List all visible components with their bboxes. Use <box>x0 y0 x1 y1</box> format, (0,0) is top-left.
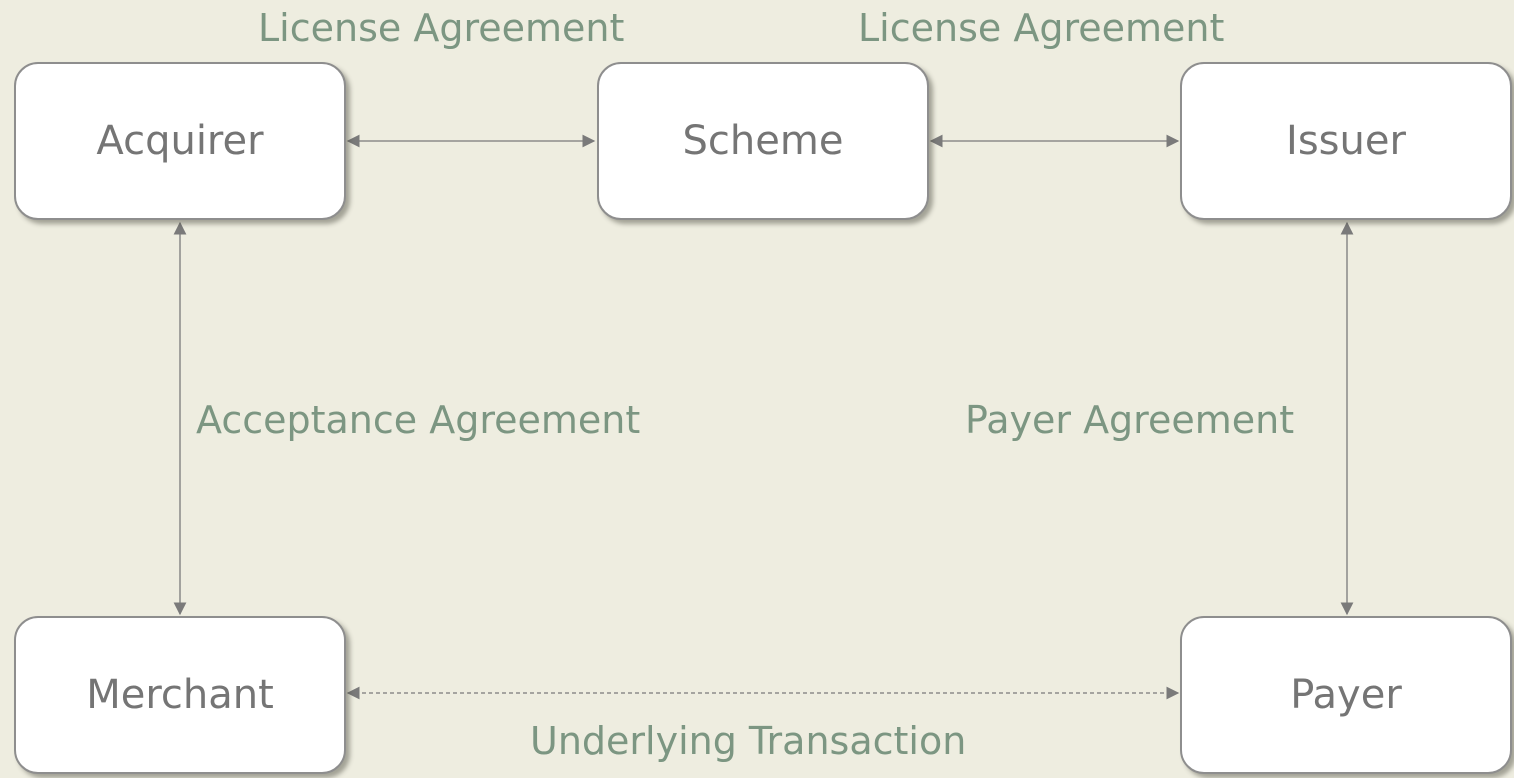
issuer-node: Issuer <box>1180 62 1512 220</box>
scheme-label: Scheme <box>682 118 844 164</box>
edge-label-acquirer-scheme: License Agreement <box>258 6 625 50</box>
payer-label: Payer <box>1290 672 1402 718</box>
acquirer-label: Acquirer <box>96 118 264 164</box>
merchant-node: Merchant <box>14 616 346 774</box>
merchant-label: Merchant <box>86 672 274 718</box>
issuer-label: Issuer <box>1286 118 1406 164</box>
acquirer-node: Acquirer <box>14 62 346 220</box>
payer-node: Payer <box>1180 616 1512 774</box>
scheme-node: Scheme <box>597 62 929 220</box>
edge-label-scheme-issuer: License Agreement <box>858 6 1225 50</box>
edge-label-merchant-payer: Underlying Transaction <box>530 719 967 763</box>
edge-label-acquirer-merchant: Acceptance Agreement <box>196 398 641 442</box>
edge-label-issuer-payer: Payer Agreement <box>965 398 1295 442</box>
